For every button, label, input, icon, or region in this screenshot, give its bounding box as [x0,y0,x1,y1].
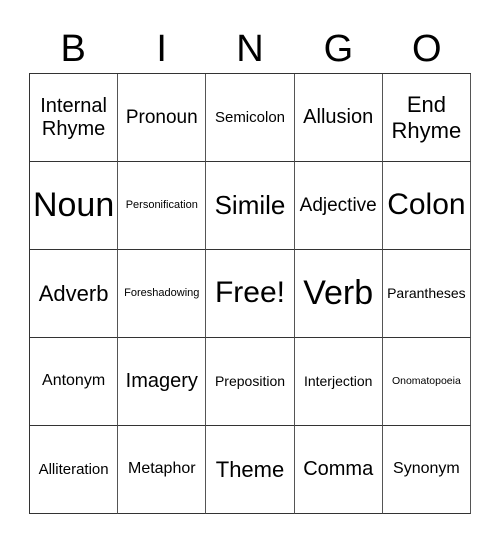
header-letter-n: N [236,28,264,70]
bingo-cell[interactable]: Internal Rhyme [30,74,119,162]
bingo-cell[interactable]: Synonym [382,426,471,514]
bingo-cell[interactable]: Foreshadowing [118,250,207,338]
bingo-cell[interactable]: Antonym [30,338,119,426]
bingo-cell[interactable]: Colon [382,162,471,250]
bingo-grid: Internal Rhyme Pronoun Semicolon Allusio… [29,73,471,514]
bingo-cell[interactable]: Alliteration [30,426,119,514]
bingo-cell[interactable]: Interjection [294,338,383,426]
header-letter-b: B [60,28,86,70]
bingo-cell[interactable]: End Rhyme [382,74,471,162]
bingo-cell[interactable]: Semicolon [206,74,295,162]
bingo-cell[interactable]: Noun [30,162,119,250]
bingo-cell[interactable]: Parantheses [382,250,471,338]
bingo-cell[interactable]: Adjective [294,162,383,250]
bingo-cell[interactable]: Simile [206,162,295,250]
bingo-cell[interactable]: Comma [294,426,383,514]
bingo-cell[interactable]: Preposition [206,338,295,426]
bingo-cell[interactable]: Metaphor [118,426,207,514]
bingo-cell[interactable]: Adverb [30,250,119,338]
header-letter-i: I [156,28,167,70]
bingo-cell[interactable]: Theme [206,426,295,514]
header-letter-g: G [323,28,354,70]
bingo-cell[interactable]: Onomatopoeia [382,338,471,426]
bingo-cell[interactable]: Imagery [118,338,207,426]
bingo-cell[interactable]: Pronoun [118,74,207,162]
bingo-header: B I N G O [29,26,471,72]
bingo-cell[interactable]: Personification [118,162,207,250]
bingo-cell[interactable]: Verb [294,250,383,338]
bingo-cell[interactable]: Allusion [294,74,383,162]
header-letter-o: O [412,28,442,70]
free-space-cell[interactable]: Free! [206,250,295,338]
